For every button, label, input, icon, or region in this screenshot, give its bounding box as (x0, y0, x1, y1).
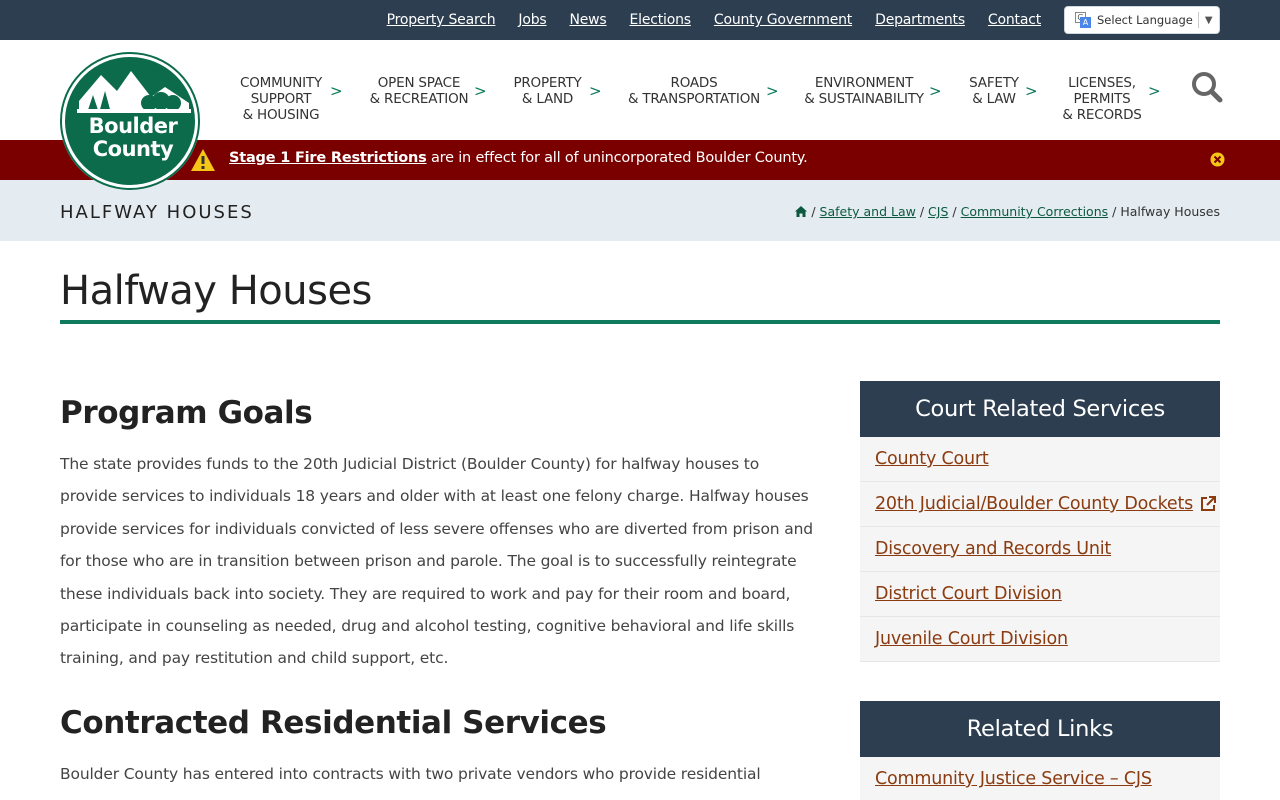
breadcrumb-cjs[interactable]: CJS (928, 204, 948, 219)
logo-badge: Boulder County (62, 54, 198, 188)
nav-label: ENVIRONMENT & SUSTAINABILITY (804, 75, 924, 107)
program-goals-heading: Program Goals (60, 395, 313, 431)
logo-line-2: County (92, 137, 174, 161)
nav-property-land[interactable]: PROPERTY & LAND > (510, 75, 601, 107)
chevron-right-icon: > (1025, 82, 1038, 100)
nav-open-space-recreation[interactable]: OPEN SPACE & RECREATION > (368, 75, 487, 107)
jobs-link[interactable]: Jobs (518, 12, 546, 28)
chevron-right-icon: > (474, 82, 487, 100)
list-item: District Court Division (860, 572, 1220, 617)
section-title: HALFWAY HOUSES (60, 202, 254, 223)
logo-text: Boulder County (65, 114, 195, 161)
list-item: Discovery and Records Unit (860, 527, 1220, 572)
search-button[interactable] (1190, 70, 1224, 104)
search-icon (1192, 72, 1223, 103)
breadcrumb-current: Halfway Houses (1120, 204, 1220, 219)
nav-community-support-housing[interactable]: COMMUNITY SUPPORT & HOUSING > (232, 75, 343, 123)
dockets-link[interactable]: 20th Judicial/Boulder County Dockets (875, 494, 1193, 514)
external-link-icon (1201, 496, 1217, 511)
county-government-link[interactable]: County Government (714, 12, 852, 28)
nav-environment-sustainability[interactable]: ENVIRONMENT & SUSTAINABILITY > (804, 75, 941, 107)
juvenile-court-link[interactable]: Juvenile Court Division (875, 629, 1068, 649)
list-item: County Court (860, 437, 1220, 482)
site-header: Boulder County COMMUNITY SUPPORT & HOUSI… (0, 40, 1280, 190)
nav-label: OPEN SPACE & RECREATION (369, 75, 469, 107)
breadcrumb-community-corrections[interactable]: Community Corrections (961, 204, 1109, 219)
property-search-link[interactable]: Property Search (387, 12, 496, 28)
chevron-right-icon: > (330, 82, 343, 100)
nav-label: LICENSES, PERMITS & RECORDS (1062, 75, 1142, 123)
logo-line-1: Boulder (88, 114, 178, 138)
breadcrumb-separator: / (919, 204, 925, 219)
fire-restrictions-link[interactable]: Stage 1 Fire Restrictions (229, 150, 427, 166)
nav-label: PROPERTY & LAND (513, 75, 582, 107)
close-icon[interactable] (1210, 152, 1225, 167)
alert-text: are in effect for all of unincorporated … (426, 150, 808, 166)
home-icon[interactable] (795, 206, 808, 217)
alert-message: Stage 1 Fire Restrictions are in effect … (229, 150, 808, 166)
chevron-right-icon: > (766, 82, 779, 100)
chevron-down-icon: ▼ (1204, 14, 1213, 26)
contact-link[interactable]: Contact (988, 12, 1041, 28)
language-select-divider (1197, 12, 1199, 28)
court-related-services-panel: Court Related Services County Court 20th… (860, 381, 1220, 662)
contracted-services-heading: Contracted Residential Services (60, 705, 607, 741)
nav-roads-transportation[interactable]: ROADS & TRANSPORTATION > (626, 75, 779, 107)
nav-label: ROADS & TRANSPORTATION (627, 75, 761, 107)
page-title: Halfway Houses (60, 268, 372, 314)
language-select[interactable]: GA Select Language ▼ (1064, 6, 1220, 34)
panel-heading: Court Related Services (860, 381, 1220, 437)
nav-safety-law[interactable]: SAFETY & LAW > (966, 75, 1037, 107)
breadcrumb-separator: / (811, 204, 816, 219)
utility-bar: Property Search Jobs News Elections Coun… (0, 0, 1280, 40)
breadcrumb: / Safety and Law / CJS / Community Corre… (795, 204, 1220, 219)
cjs-link[interactable]: Community Justice Service – CJS (875, 769, 1152, 789)
nav-label: SAFETY & LAW (969, 75, 1019, 107)
breadcrumb-separator: / (1112, 204, 1117, 219)
news-link[interactable]: News (569, 12, 606, 28)
district-court-link[interactable]: District Court Division (875, 584, 1062, 604)
departments-link[interactable]: Departments (875, 12, 965, 28)
nav-label: COMMUNITY SUPPORT & HOUSING (239, 75, 322, 123)
page-header-band: HALFWAY HOUSES / Safety and Law / CJS / … (0, 180, 1280, 241)
breadcrumb-safety-and-law[interactable]: Safety and Law (820, 204, 916, 219)
boulder-county-logo[interactable]: Boulder County (60, 52, 200, 190)
title-divider (60, 320, 1220, 324)
chevron-right-icon: > (929, 82, 942, 100)
program-goals-body: The state provides funds to the 20th Jud… (60, 455, 813, 668)
list-item: 20th Judicial/Boulder County Dockets (860, 482, 1220, 527)
language-select-label: Select Language (1097, 13, 1193, 27)
county-court-link[interactable]: County Court (875, 449, 989, 469)
list-item: Juvenile Court Division (860, 617, 1220, 662)
breadcrumb-separator: / (952, 204, 957, 219)
chevron-right-icon: > (589, 82, 602, 100)
nav-licenses-permits-records[interactable]: LICENSES, PERMITS & RECORDS > (1060, 75, 1160, 123)
related-links-panel: Related Links Community Justice Service … (860, 701, 1220, 800)
discovery-records-link[interactable]: Discovery and Records Unit (875, 539, 1111, 559)
utility-links: Property Search Jobs News Elections Coun… (387, 0, 1042, 40)
list-item: Community Justice Service – CJS (860, 757, 1220, 800)
contracted-services-body: Boulder County has entered into contract… (60, 765, 761, 783)
chevron-right-icon: > (1148, 82, 1161, 100)
panel-heading: Related Links (860, 701, 1220, 757)
google-translate-icon: GA (1075, 12, 1091, 28)
elections-link[interactable]: Elections (630, 12, 692, 28)
